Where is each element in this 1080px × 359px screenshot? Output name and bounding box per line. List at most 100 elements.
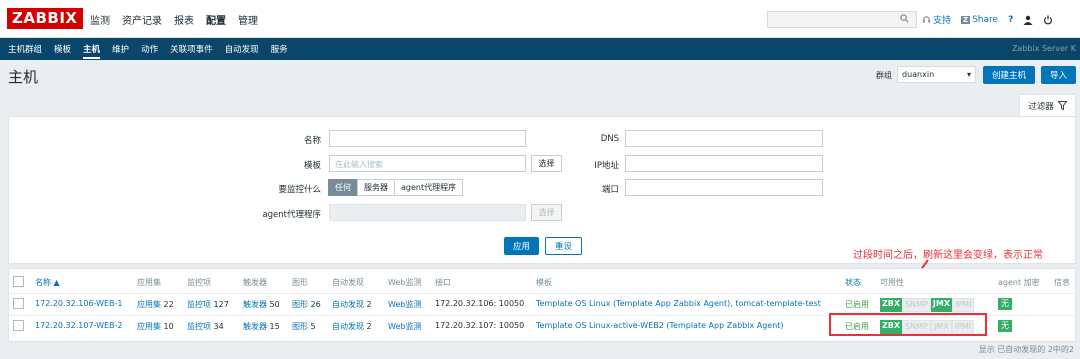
reset-button[interactable]: 重设 (545, 237, 582, 255)
submenu-discovery[interactable]: 自动发现 (225, 43, 259, 59)
items-link[interactable]: 监控项 127 (187, 299, 229, 310)
host-name-link[interactable]: 172.20.32.106-WEB-1 (35, 299, 123, 308)
menu-monitoring[interactable]: 监测 (90, 12, 110, 27)
col-discovery-header: 自动发现 (332, 278, 364, 287)
interface-value: 172.20.32.106: 10050 (435, 299, 525, 308)
template-search-input[interactable]: 在此输入搜索 (329, 155, 526, 172)
col-web-header: Web监测 (388, 278, 422, 287)
share-badge: Z (961, 15, 971, 24)
power-icon[interactable] (1043, 15, 1053, 25)
support-link[interactable]: 支持 (922, 13, 951, 26)
col-interface-header: 接口 (435, 278, 451, 287)
encryption-badge: 无 (998, 320, 1012, 332)
filter-funnel-icon (1057, 101, 1067, 110)
dns-input[interactable] (625, 130, 823, 147)
menu-administration[interactable]: 管理 (238, 12, 258, 27)
row-checkbox[interactable] (13, 298, 24, 309)
submenu-host-groups[interactable]: 主机群组 (8, 43, 42, 59)
col-templates-header: 模板 (536, 278, 552, 287)
monitored-by-proxy[interactable]: agent代理程序 (394, 179, 464, 196)
apps-link[interactable]: 应用集 10 (137, 321, 174, 332)
create-host-button[interactable]: 创建主机 (983, 66, 1035, 84)
annotation-text: 过段时间之后，刷新这里会变绿，表示正常 (853, 250, 1043, 261)
select-all-checkbox[interactable] (13, 276, 24, 287)
discovery-link[interactable]: 自动发现 2 (332, 321, 372, 332)
port-input[interactable] (625, 179, 823, 196)
status-toggle[interactable]: 已启用 (845, 299, 869, 310)
col-availability-header: 可用性 (880, 278, 904, 287)
templates-list[interactable]: Template OS Linux-active-WEB2 (Template … (536, 321, 784, 330)
encryption-badge: 无 (998, 298, 1012, 310)
submenu-event-correlation[interactable]: 关联项事件 (170, 43, 213, 59)
headset-icon (922, 16, 931, 23)
group-label: 群组 (876, 71, 892, 80)
web-link[interactable]: Web监测 (388, 321, 421, 332)
sub-navigation-bar: 主机群组 模板 主机 维护 动作 关联项事件 自动发现 服务 Zabbix Se… (0, 38, 1080, 60)
sub-menu: 主机群组 模板 主机 维护 动作 关联项事件 自动发现 服务 (8, 43, 288, 59)
apply-button[interactable]: 应用 (504, 237, 539, 255)
filter-panel: 名称 模板 在此输入搜索 选择 要监控什么 任何 服务器 agent代理程序 a… (8, 116, 1076, 264)
import-button[interactable]: 导入 (1041, 66, 1076, 84)
col-triggers-header: 触发器 (243, 278, 267, 287)
name-input[interactable] (329, 130, 526, 147)
col-status-header[interactable]: 状态 (845, 277, 861, 288)
template-select-button[interactable]: 选择 (531, 155, 562, 172)
search-icon[interactable] (900, 14, 909, 23)
zabbix-logo[interactable]: ZABBIX (7, 8, 83, 29)
graphs-link[interactable]: 图形 26 (292, 299, 321, 310)
top-links: 支持 Z Share ? (922, 13, 1053, 26)
monitored-by-server[interactable]: 服务器 (357, 179, 395, 196)
name-label: 名称 (303, 136, 321, 146)
templates-list[interactable]: Template OS Linux (Template App Zabbix A… (536, 299, 821, 308)
ip-label: IP地址 (594, 161, 619, 171)
submenu-templates[interactable]: 模板 (54, 43, 71, 59)
menu-inventory[interactable]: 资产记录 (122, 12, 162, 27)
annotation-highlight-box (829, 313, 987, 336)
snmp-badge: SNMP (902, 298, 931, 312)
triggers-link[interactable]: 触发器 50 (243, 299, 280, 310)
host-name-link[interactable]: 172.20.32.107-WEB-2 (35, 321, 123, 330)
apps-link[interactable]: 应用集 22 (137, 299, 174, 310)
share-link[interactable]: Z Share (961, 15, 998, 25)
col-graphs-header: 图形 (292, 278, 308, 287)
submenu-maintenance[interactable]: 维护 (112, 43, 129, 59)
items-link[interactable]: 监控项 34 (187, 321, 224, 332)
col-items-header: 监控项 (187, 278, 211, 287)
global-search-input[interactable] (767, 11, 917, 28)
chevron-down-icon: ▾ (966, 70, 971, 79)
page-title: 主机 (8, 68, 39, 86)
proxy-label: agent代理程序 (262, 210, 321, 220)
graphs-link[interactable]: 图形 5 (292, 321, 316, 332)
interface-value: 172.20.32.107: 10050 (435, 321, 525, 330)
submenu-hosts[interactable]: 主机 (83, 43, 101, 59)
triggers-link[interactable]: 触发器 15 (243, 321, 280, 332)
col-info-header: 信息 (1054, 278, 1070, 287)
row-checkbox[interactable] (13, 320, 24, 331)
submenu-services[interactable]: 服务 (271, 43, 288, 59)
port-label: 端口 (601, 185, 619, 195)
user-profile-icon[interactable] (1023, 15, 1033, 25)
help-link[interactable]: ? (1008, 15, 1013, 25)
ip-input[interactable] (625, 155, 823, 172)
menu-configuration[interactable]: 配置 (206, 12, 226, 27)
proxy-input[interactable] (329, 204, 526, 221)
main-menu: 监测 资产记录 报表 配置 管理 (90, 12, 258, 27)
proxy-select-button[interactable]: 选择 (531, 204, 562, 221)
discovery-link[interactable]: 自动发现 2 (332, 299, 372, 310)
template-label: 模板 (303, 161, 321, 171)
jmx-badge: JMX (930, 298, 952, 312)
col-name-header[interactable]: 名称 ▲ (35, 277, 60, 288)
col-apps-header: 应用集 (137, 278, 161, 287)
availability-badges: ZBX SNMP JMX IPMI (880, 298, 975, 312)
group-select[interactable]: duanxin ▾ (897, 66, 976, 83)
ipmi-badge: IPMI (951, 298, 975, 312)
menu-reports[interactable]: 报表 (174, 12, 194, 27)
submenu-actions[interactable]: 动作 (141, 43, 158, 59)
monitored-by-label: 要监控什么 (278, 185, 321, 195)
web-link[interactable]: Web监测 (388, 299, 421, 310)
col-encryption-header: agent 加密 (998, 278, 1040, 287)
monitored-by-toggle: 任何 服务器 agent代理程序 (328, 179, 464, 196)
filter-tab[interactable]: 过滤器 (1019, 94, 1076, 116)
server-name: Zabbix Server K (1011, 44, 1076, 53)
monitored-by-any[interactable]: 任何 (328, 179, 358, 196)
